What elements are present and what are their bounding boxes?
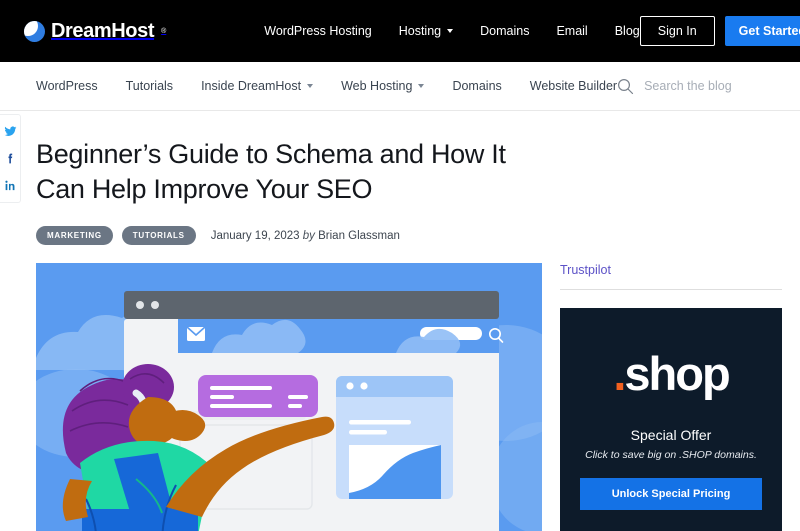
subnav-label: Domains xyxy=(452,79,502,93)
subnav-item-tutorials[interactable]: Tutorials xyxy=(126,79,173,93)
nav-label: Hosting xyxy=(398,24,442,38)
share-facebook-button[interactable] xyxy=(4,152,17,165)
site-header: DreamHost ® WordPress Hosting Hosting Do… xyxy=(0,0,800,62)
share-twitter-button[interactable] xyxy=(4,125,17,138)
nav-label: Blog xyxy=(614,24,640,38)
trustpilot-link[interactable]: Trustpilot xyxy=(560,263,782,291)
subnav-label: Inside DreamHost xyxy=(201,79,302,93)
chevron-down-icon xyxy=(307,84,314,88)
chevron-down-icon xyxy=(418,84,425,88)
sign-in-button[interactable]: Sign In xyxy=(639,16,715,46)
article-meta: MARKETING TUTORIALS January 19, 2023 by … xyxy=(36,226,764,246)
facebook-icon xyxy=(7,153,12,164)
shop-logo-dot: . xyxy=(613,347,626,401)
publish-date: January 19, 2023 xyxy=(210,229,300,242)
nav-item-email[interactable]: Email xyxy=(556,24,587,38)
shop-logo: .shop xyxy=(580,350,762,397)
hero-illustration xyxy=(36,263,542,531)
brand-trademark: ® xyxy=(161,27,167,35)
by-word: by xyxy=(302,229,315,242)
nav-item-domains[interactable]: Domains xyxy=(480,24,529,38)
subnav-label: Website Builder xyxy=(529,79,618,93)
byline: January 19, 2023 by Brian Glassman xyxy=(211,230,400,242)
nav-item-blog[interactable]: Blog xyxy=(615,24,640,38)
brand-name: DreamHost xyxy=(51,19,155,42)
tag-marketing[interactable]: MARKETING xyxy=(36,226,113,246)
twitter-icon xyxy=(4,126,16,136)
primary-nav: WordPress Hosting Hosting Domains Email … xyxy=(264,24,639,38)
shop-promo-card[interactable]: .shop Special Offer Click to save big on… xyxy=(560,308,782,531)
content-grid: Trustpilot .shop Special Offer Click to … xyxy=(0,114,800,531)
unlock-special-pricing-button[interactable]: Unlock Special Pricing xyxy=(580,478,762,511)
subnav-label: WordPress xyxy=(36,79,98,93)
nav-item-wordpress-hosting[interactable]: WordPress Hosting xyxy=(264,24,371,38)
dreamhost-moon-logo-icon xyxy=(24,20,45,42)
subnav-links: WordPress Tutorials Inside DreamHost Web… xyxy=(36,79,617,93)
header-actions: Sign In Get Started xyxy=(639,16,800,46)
search-input[interactable] xyxy=(644,79,785,93)
share-linkedin-button[interactable] xyxy=(4,179,17,192)
nav-label: WordPress Hosting xyxy=(264,24,372,38)
subnav-label: Web Hosting xyxy=(341,79,413,93)
subnav-item-wordpress[interactable]: WordPress xyxy=(36,79,98,93)
tag-tutorials[interactable]: TUTORIALS xyxy=(121,226,196,246)
hero-illustration-svg xyxy=(36,263,542,531)
article-header: Beginner’s Guide to Schema and How It Ca… xyxy=(0,111,800,246)
linkedin-icon xyxy=(4,180,14,191)
subnav-item-website-builder[interactable]: Website Builder xyxy=(530,79,617,93)
page-title: Beginner’s Guide to Schema and How It Ca… xyxy=(36,139,506,204)
subnav-item-domains[interactable]: Domains xyxy=(452,79,501,93)
blog-search xyxy=(617,78,785,95)
blog-subnav: WordPress Tutorials Inside DreamHost Web… xyxy=(0,62,800,111)
nav-label: Domains xyxy=(480,24,530,38)
promo-subtitle: Click to save big on .SHOP domains. xyxy=(585,449,757,462)
social-share-rail xyxy=(0,114,21,203)
sidebar: Trustpilot .shop Special Offer Click to … xyxy=(560,263,782,531)
get-started-button[interactable]: Get Started xyxy=(724,16,800,46)
page-body: Beginner’s Guide to Schema and How It Ca… xyxy=(0,111,800,531)
nav-label: Email xyxy=(556,24,588,38)
subnav-label: Tutorials xyxy=(125,79,174,93)
subnav-item-web-hosting[interactable]: Web Hosting xyxy=(341,79,425,93)
promo-title: Special Offer xyxy=(630,427,712,444)
shop-logo-text: shop xyxy=(624,347,730,401)
nav-item-hosting[interactable]: Hosting xyxy=(398,24,454,38)
search-icon[interactable] xyxy=(617,78,634,95)
brand-logo[interactable]: DreamHost ® xyxy=(24,20,166,43)
author-name[interactable]: Brian Glassman xyxy=(318,230,400,242)
chevron-down-icon xyxy=(447,29,454,33)
subnav-item-inside-dreamhost[interactable]: Inside DreamHost xyxy=(201,79,314,93)
article-main-column xyxy=(36,263,542,531)
